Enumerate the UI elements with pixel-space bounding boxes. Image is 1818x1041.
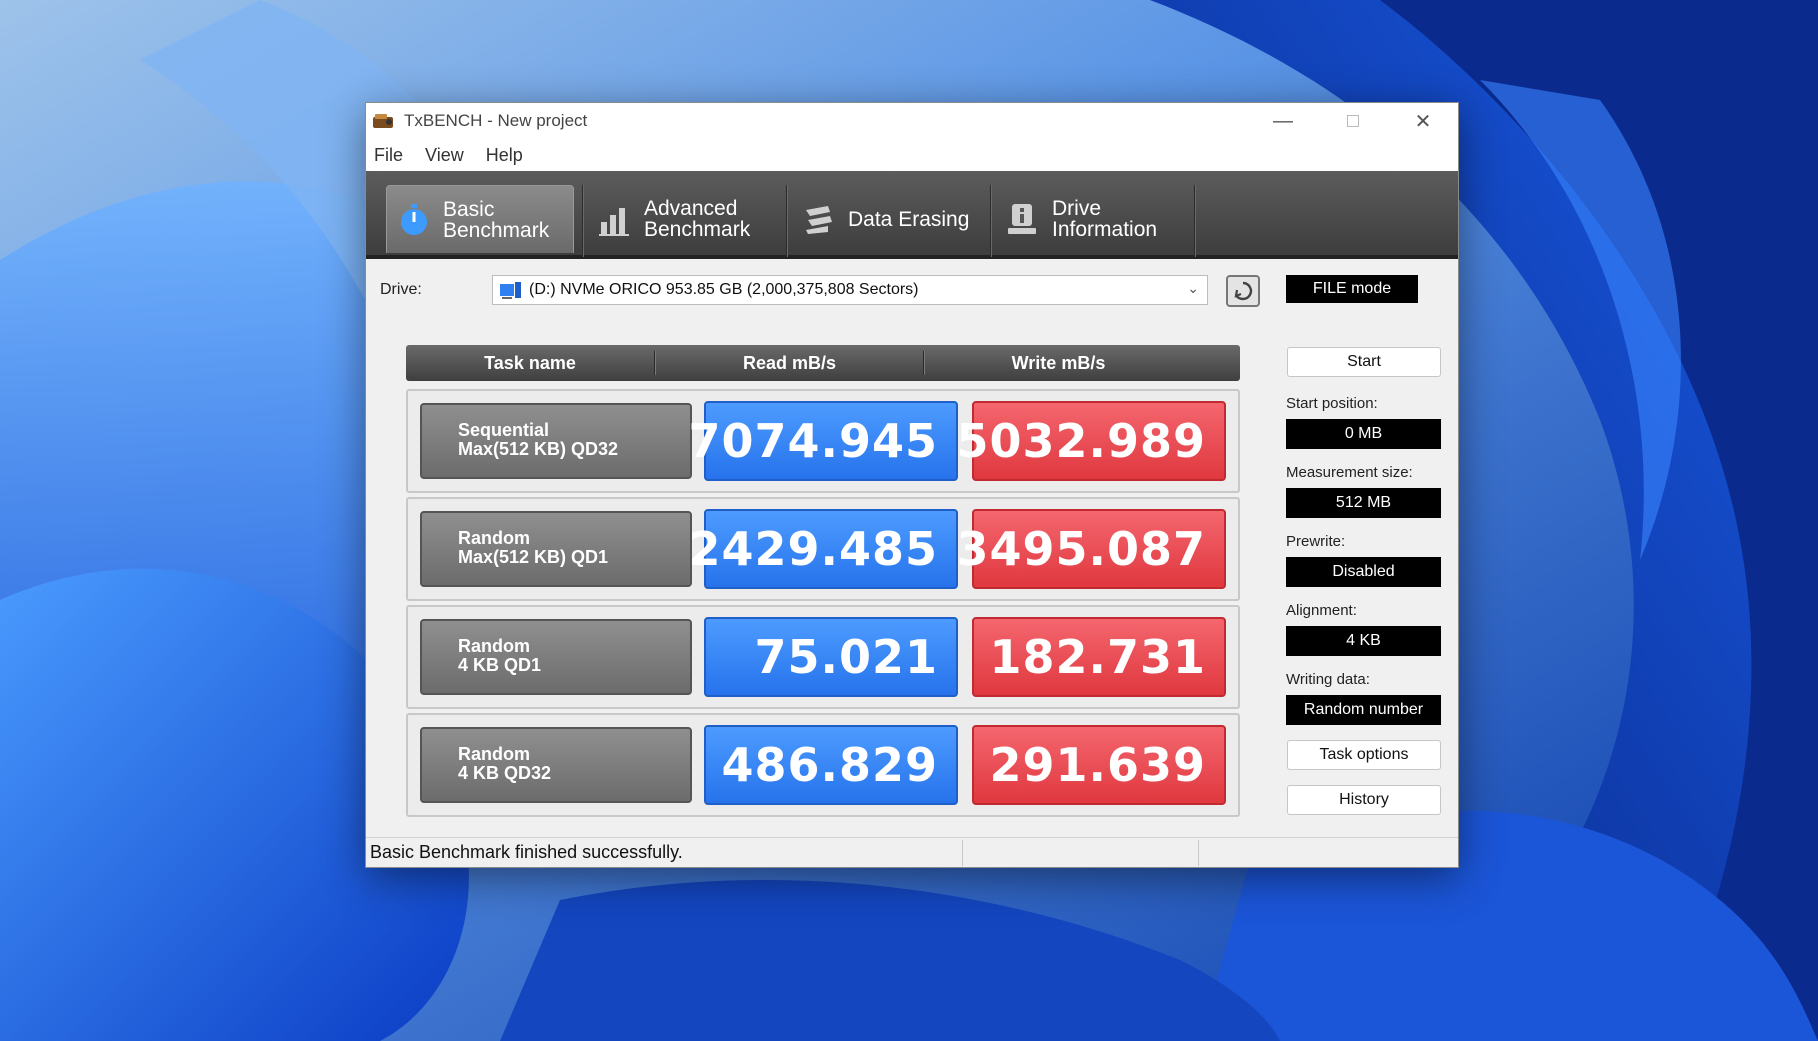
alignment-field[interactable]: 4 KB: [1286, 626, 1441, 656]
drive-info-icon: [1008, 204, 1036, 234]
writing-data-label: Writing data:: [1286, 671, 1370, 688]
tab-separator: [990, 185, 992, 257]
task-name-line2: 4 KB QD1: [458, 655, 542, 675]
drive-selected-value: (D:) NVMe ORICO 953.85 GB (2,000,375,808…: [529, 281, 919, 298]
eraser-icon: [806, 206, 832, 234]
tab-bar: Basic Benchmark Advanced Benchmark Data …: [366, 171, 1458, 259]
tab-label-line1: Basic: [443, 197, 495, 221]
window-title: TxBENCH - New project: [404, 111, 588, 130]
title-bar[interactable]: TxBENCH - New project — ✕: [366, 103, 1458, 139]
task-name-line1: Random: [458, 636, 530, 656]
app-logo-icon: [372, 112, 396, 130]
tab-label-line2: Information: [1052, 218, 1158, 241]
task-name-line1: Sequential: [458, 420, 550, 440]
task-name-line1: Random: [458, 744, 530, 764]
measurement-size-label: Measurement size:: [1286, 464, 1413, 481]
refresh-button[interactable]: [1226, 275, 1260, 307]
result-row-random-512kb-qd1: Random Max(512 KB) QD1 2429.485 3495.087: [406, 497, 1240, 601]
result-row-sequential-qd32: Sequential Max(512 KB) QD32 7074.945 503…: [406, 389, 1240, 493]
tab-advanced-benchmark[interactable]: Advanced Benchmark: [588, 185, 786, 253]
header-read: Read mB/s: [742, 352, 837, 373]
task-name-line2: Max(512 KB) QD1: [458, 547, 609, 567]
header-task-name: Task name: [484, 352, 576, 373]
write-speed-value: 291.639: [972, 725, 1226, 805]
status-bar: Basic Benchmark finished successfully.: [366, 837, 1458, 867]
tab-label-line1: Drive: [1052, 197, 1102, 220]
header-write: Write mB/s: [1011, 352, 1106, 373]
drive-label: Drive:: [380, 281, 422, 298]
write-speed-value: 3495.087: [956, 509, 1226, 589]
close-button[interactable]: ✕: [1388, 103, 1458, 139]
maximize-icon: [1347, 115, 1359, 127]
task-name-line2: 4 KB QD32: [458, 763, 552, 783]
tab-label-line2: Benchmark: [443, 218, 550, 242]
writing-data-field[interactable]: Random number: [1286, 695, 1441, 725]
status-text: Basic Benchmark finished successfully.: [370, 842, 683, 862]
chevron-down-icon: ⌄: [1187, 280, 1199, 296]
drive-select[interactable]: (D:) NVMe ORICO 953.85 GB (2,000,375,808…: [492, 275, 1208, 305]
menu-file[interactable]: File: [374, 145, 403, 166]
alignment-label: Alignment:: [1286, 602, 1357, 619]
start-position-label: Start position:: [1286, 395, 1378, 412]
read-speed-value: 7074.945: [688, 401, 958, 481]
status-separator: [962, 840, 963, 866]
tab-drive-information[interactable]: Drive Information: [996, 185, 1192, 253]
tab-data-erasing[interactable]: Data Erasing: [792, 185, 988, 253]
tab-basic-benchmark[interactable]: Basic Benchmark: [386, 185, 574, 253]
tab-separator: [582, 185, 584, 257]
read-speed-value: 486.829: [704, 725, 958, 805]
app-window: TxBENCH - New project — ✕ File View Help…: [365, 102, 1459, 868]
history-button[interactable]: History: [1287, 785, 1441, 815]
task-name-button[interactable]: Sequential Max(512 KB) QD32: [420, 403, 692, 479]
tab-label-line2: Benchmark: [644, 218, 751, 241]
file-mode-badge[interactable]: FILE mode: [1286, 275, 1418, 303]
stopwatch-icon: [401, 203, 427, 235]
tab-label-line1: Advanced: [644, 197, 738, 220]
start-button[interactable]: Start: [1287, 347, 1441, 377]
task-name-line1: Random: [458, 528, 530, 548]
start-position-field[interactable]: 0 MB: [1286, 419, 1441, 449]
read-speed-value: 2429.485: [688, 509, 958, 589]
task-name-button[interactable]: Random 4 KB QD1: [420, 619, 692, 695]
task-name-button[interactable]: Random Max(512 KB) QD1: [420, 511, 692, 587]
task-name-button[interactable]: Random 4 KB QD32: [420, 727, 692, 803]
close-icon: ✕: [1414, 110, 1432, 133]
minimize-icon: —: [1273, 109, 1293, 132]
tab-separator: [786, 185, 788, 257]
tab-separator: [1194, 185, 1196, 257]
write-speed-value: 5032.989: [956, 401, 1226, 481]
results-table-header: Task name Read mB/s Write mB/s: [406, 345, 1240, 381]
prewrite-label: Prewrite:: [1286, 533, 1346, 550]
menu-bar: File View Help: [366, 139, 1458, 171]
refresh-icon: [1234, 281, 1253, 301]
write-speed-value: 182.731: [972, 617, 1226, 697]
measurement-size-field[interactable]: 512 MB: [1286, 488, 1441, 518]
bar-chart-icon: [599, 208, 629, 236]
read-speed-value: 75.021: [704, 617, 958, 697]
task-name-line2: Max(512 KB) QD32: [458, 439, 619, 459]
maximize-button[interactable]: [1318, 103, 1388, 139]
minimize-button[interactable]: —: [1248, 103, 1318, 139]
status-separator: [1198, 840, 1199, 866]
tab-label-line1: Data Erasing: [848, 207, 970, 231]
prewrite-field[interactable]: Disabled: [1286, 557, 1441, 587]
task-options-button[interactable]: Task options: [1287, 740, 1441, 770]
drive-icon: [500, 282, 521, 299]
menu-help[interactable]: Help: [486, 145, 523, 166]
result-row-random-4kb-qd1: Random 4 KB QD1 75.021 182.731: [406, 605, 1240, 709]
result-row-random-4kb-qd32: Random 4 KB QD32 486.829 291.639: [406, 713, 1240, 817]
menu-view[interactable]: View: [425, 145, 464, 166]
